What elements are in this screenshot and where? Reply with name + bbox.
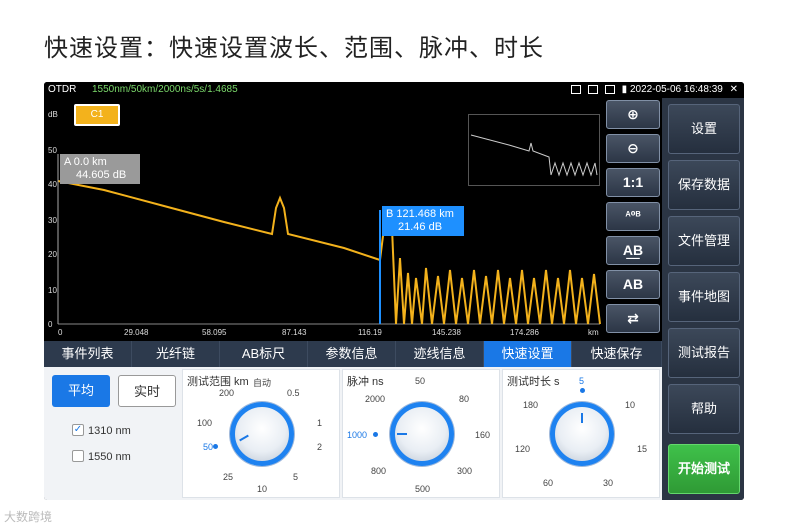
marker-left-ab-icon[interactable]: A͟B [606,236,660,265]
pulse-knob-panel: 脉冲 ns 50 80 160 300 500 800 1000 2000 [342,369,500,498]
marker-right-ab-icon[interactable]: AB [606,270,660,299]
start-test-button[interactable]: 开始测试 [668,444,740,494]
otdr-screen: OTDR 1550nm/50km/2000ns/5s/1.4685 ▮ 2022… [44,82,744,500]
range-title: 测试范围 km [187,376,249,388]
status-bar: OTDR 1550nm/50km/2000ns/5s/1.4685 ▮ 2022… [44,82,744,98]
marker-b-label[interactable]: B 121.468 km 21.46 dB [382,206,464,236]
event-map-button[interactable]: 事件地图 [668,272,740,322]
duration-knob[interactable] [550,402,614,466]
settings-button[interactable]: 设置 [668,104,740,154]
average-mode-button[interactable]: 平均 [52,375,110,407]
datetime: 2022-05-06 16:48:39 [629,84,723,95]
marker-a-label[interactable]: A 0.0 km 44.605 dB [60,154,140,184]
zoom-toolbar: ⊕ ⊖ 1:1 ᴬ⁰ᴮ A͟B AB ⇄ [604,98,662,341]
close-icon[interactable]: ✕ [730,84,738,95]
marker-ab-icon[interactable]: ᴬ⁰ᴮ [606,202,660,231]
range-knob[interactable] [230,402,294,466]
zoom-out-icon[interactable]: ⊖ [606,134,660,163]
duration-title: 测试时长 s [507,376,560,388]
tab-trace-info[interactable]: 迹线信息 [396,341,484,367]
save-data-button[interactable]: 保存数据 [668,160,740,210]
test-report-button[interactable]: 测试报告 [668,328,740,378]
checkbox-checked-icon[interactable]: ✓ [72,424,84,436]
wavelength-1550-option[interactable]: 1550 nm [72,450,131,463]
page-caption: 快速设置：快速设置波长、范围、脉冲、时长 [44,34,544,62]
help-button[interactable]: 帮助 [668,384,740,434]
trace-line [57,180,601,325]
tab-quick-settings[interactable]: 快速设置 [484,341,572,367]
tab-param-info[interactable]: 参数信息 [308,341,396,367]
trace-c1-button[interactable]: C1 [74,104,120,126]
right-sidebar: 设置 保存数据 文件管理 事件地图 测试报告 帮助 开始测试 [662,98,744,500]
tab-fiber-link[interactable]: 光纤链 [132,341,220,367]
duration-knob-panel: 测试时长 s 5 10 15 30 60 120 180 [502,369,660,498]
wavelength-1310-option[interactable]: ✓ 1310 nm [72,424,131,437]
swap-icon[interactable]: ⇄ [606,304,660,333]
checkbox-icon[interactable] [72,450,84,462]
quick-settings-panel: 平均 实时 ✓ 1310 nm 1550 nm 测试范围 km 自动 0.5 1… [44,367,662,500]
test-params: 1550nm/50km/2000ns/5s/1.4685 [92,84,238,95]
realtime-mode-button[interactable]: 实时 [118,375,176,407]
app-name: OTDR [48,84,77,95]
pulse-title: 脉冲 ns [347,376,384,388]
trace-overview-minimap[interactable] [468,114,600,186]
tab-event-list[interactable]: 事件列表 [44,341,132,367]
range-knob-panel: 测试范围 km 自动 0.5 1 2 5 10 25 50 100 200 [182,369,340,498]
screen-icon [604,84,615,94]
watermark: 大数跨境 [4,510,53,524]
bottom-tabs: 事件列表 光纤链 AB标尺 参数信息 迹线信息 快速设置 快速保存 [44,341,662,367]
network-off-icon [588,84,599,94]
reset-zoom-button[interactable]: 1:1 [606,168,660,197]
battery-icon: ▮ [621,84,628,95]
zoom-in-icon[interactable]: ⊕ [606,100,660,129]
otdr-trace-plot[interactable]: dB 50 40 30 20 10 0 0 29.048 58.095 87.1… [44,98,604,341]
save-status-icon [571,84,582,94]
pulse-knob[interactable] [390,402,454,466]
tab-quick-save[interactable]: 快速保存 [572,341,662,367]
tab-ab-ruler[interactable]: AB标尺 [220,341,308,367]
range-auto-label[interactable]: 自动 [253,376,271,389]
file-manager-button[interactable]: 文件管理 [668,216,740,266]
